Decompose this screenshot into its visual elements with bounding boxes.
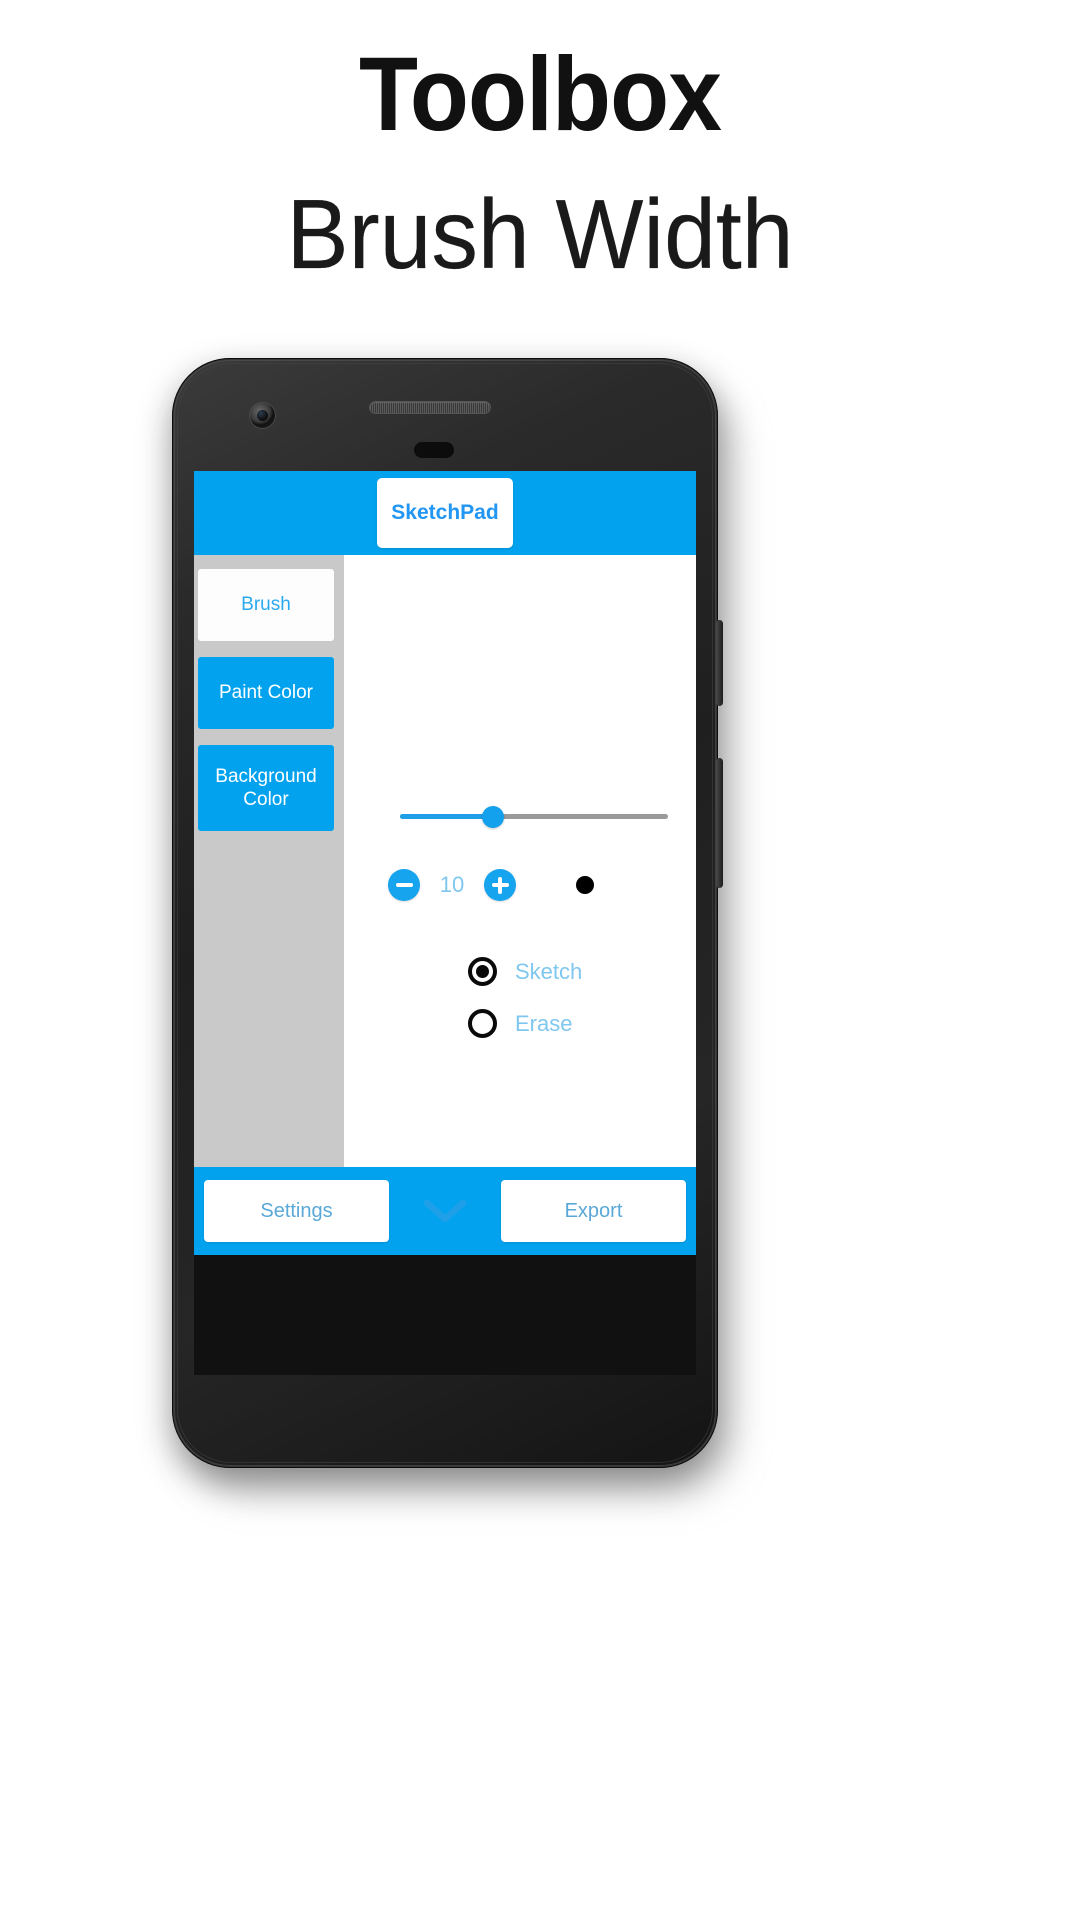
sidebar-item-brush[interactable]: Brush	[198, 569, 334, 641]
app-title-label: SketchPad	[391, 501, 499, 524]
brush-preview-dot	[576, 876, 594, 894]
radio-option-erase[interactable]: Erase	[468, 1009, 582, 1038]
phone-body: SketchPad Brush Paint Color Background C…	[172, 358, 718, 1468]
page-title: Toolbox	[359, 36, 722, 153]
page-headings: Toolbox Brush Width	[0, 0, 1080, 283]
app-title-button[interactable]: SketchPad	[377, 478, 513, 548]
phone-screen: SketchPad Brush Paint Color Background C…	[194, 471, 696, 1255]
draw-mode-radio-group: Sketch Erase	[468, 957, 582, 1061]
export-label: Export	[564, 1199, 623, 1222]
sidebar-item-paint-color[interactable]: Paint Color	[198, 657, 334, 729]
volume-button[interactable]	[716, 758, 723, 888]
settings-button[interactable]: Settings	[204, 1180, 389, 1242]
radio-option-sketch[interactable]: Sketch	[468, 957, 582, 986]
slider-thumb[interactable]	[482, 806, 504, 828]
earpiece-speaker-icon	[370, 402, 490, 413]
brush-width-value: 10	[439, 872, 465, 897]
tool-sidebar: Brush Paint Color Background Color	[194, 555, 344, 1167]
app-bottom-bar: Settings Export	[194, 1167, 696, 1255]
sidebar-item-background-color[interactable]: Background Color	[198, 745, 334, 831]
proximity-sensor-icon	[414, 442, 454, 458]
plus-icon-vertical	[498, 876, 502, 894]
phone-bottom-bezel	[194, 1255, 696, 1375]
brush-settings-panel: 10 Sketch Erase	[344, 555, 696, 1167]
radio-label: Sketch	[515, 958, 583, 984]
radio-inner-dot	[476, 965, 489, 978]
power-button[interactable]	[716, 620, 723, 706]
sidebar-item-label: Brush	[241, 594, 291, 616]
minus-icon	[395, 883, 413, 887]
brush-width-stepper: 10	[388, 863, 696, 907]
increment-button[interactable]	[484, 869, 516, 901]
radio-label: Erase	[515, 1010, 573, 1036]
app-header-bar: SketchPad	[194, 471, 696, 555]
page-subtitle: Brush Width	[286, 179, 794, 289]
front-camera-icon	[250, 403, 275, 428]
radio-selected-icon	[468, 957, 497, 986]
slider-fill	[400, 814, 494, 819]
chevron-down-icon[interactable]	[418, 1184, 472, 1238]
brush-width-slider[interactable]	[400, 803, 668, 829]
radio-unselected-icon	[468, 1009, 497, 1038]
decrement-button[interactable]	[388, 869, 420, 901]
settings-label: Settings	[260, 1199, 333, 1222]
phone-mockup: SketchPad Brush Paint Color Background C…	[172, 358, 736, 1496]
app-body: Brush Paint Color Background Color 10 Sk…	[194, 555, 696, 1167]
export-button[interactable]: Export	[501, 1180, 686, 1242]
sidebar-item-label: Background Color	[215, 765, 317, 810]
sidebar-item-label: Paint Color	[219, 682, 313, 704]
